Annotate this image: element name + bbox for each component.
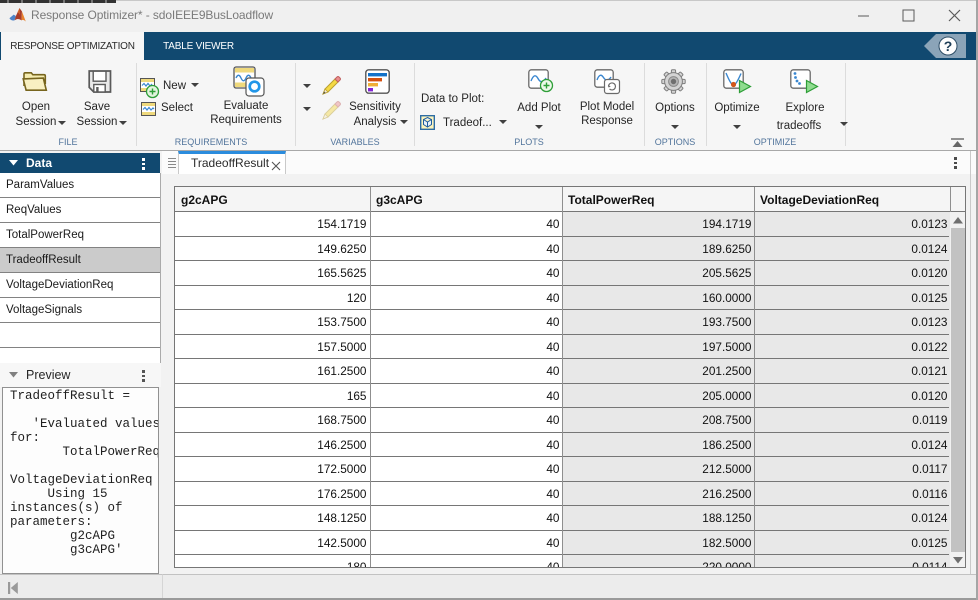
svg-text:?: ? bbox=[944, 38, 953, 54]
